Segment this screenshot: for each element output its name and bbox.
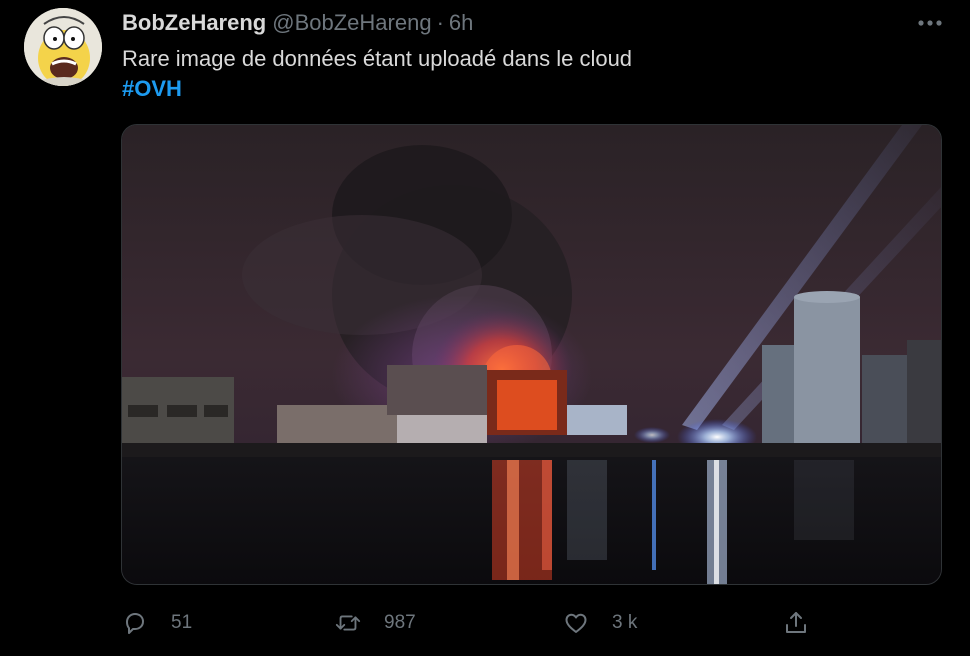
like-count: 3 k	[612, 612, 638, 633]
header-separator: ·	[436, 10, 444, 35]
tweet-header: BobZeHareng @BobZeHareng · 6h	[122, 10, 473, 38]
tweet-actions: 51 987 3 k	[121, 606, 821, 640]
retweet-count: 987	[384, 612, 416, 633]
tweet-timestamp[interactable]: 6h	[449, 10, 473, 36]
avatar[interactable]	[24, 8, 102, 86]
tweet-media-image[interactable]	[121, 124, 942, 585]
fire-photo	[122, 125, 941, 584]
like-button[interactable]: 3 k	[562, 606, 637, 640]
heart-icon	[562, 609, 590, 637]
retweet-icon	[334, 609, 362, 637]
more-options-button[interactable]	[912, 8, 948, 38]
retweet-button[interactable]: 987	[334, 606, 416, 640]
author-handle[interactable]: @BobZeHareng	[272, 10, 431, 36]
share-button[interactable]	[782, 606, 810, 640]
reply-icon	[121, 609, 149, 637]
more-horizontal-icon	[918, 20, 942, 26]
author-display-name[interactable]: BobZeHareng	[122, 10, 266, 36]
hashtag-link[interactable]: #OVH	[122, 74, 922, 104]
reply-button[interactable]: 51	[121, 606, 192, 640]
tweet-text: Rare image de données étant uploadé dans…	[122, 44, 922, 104]
tweet-body: Rare image de données étant uploadé dans…	[122, 46, 633, 71]
avatar-icon	[24, 8, 102, 86]
share-icon	[782, 609, 810, 637]
reply-count: 51	[171, 612, 193, 633]
